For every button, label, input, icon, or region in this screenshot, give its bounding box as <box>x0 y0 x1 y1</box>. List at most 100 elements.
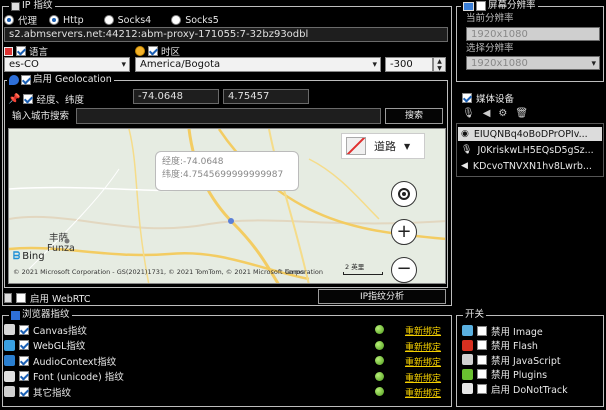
canvas-icon <box>4 324 15 335</box>
zoom-in-button[interactable]: + <box>391 219 417 245</box>
popup-longitude: 经度:-74.0648 <box>162 157 224 167</box>
coord-checkbox[interactable] <box>23 94 34 104</box>
media-toolbar: 🎙 ◀ ⚙ 🗑 <box>462 108 528 119</box>
media-device-item[interactable]: ◉ EIUQNBq4oBoDPrOPIv... <box>458 127 602 141</box>
speaker-add-icon[interactable]: ◀ <box>483 108 491 119</box>
monitor-icon <box>463 1 474 11</box>
browser-fp-label: AudioContext指纹 <box>33 356 117 368</box>
media-device-item[interactable]: 🎙 J0KriskwLH5EQsD5gSz... <box>461 143 605 157</box>
city-search-input[interactable] <box>76 108 381 124</box>
camera-icon: ◉ <box>461 129 469 139</box>
ip-analyze-button[interactable]: IP指纹分析 <box>318 289 446 304</box>
microphone-icon: 🎙 <box>461 145 473 155</box>
status-dot-icon <box>375 371 384 381</box>
switch-label: 启用 DoNotTrack <box>491 384 568 396</box>
switch-row: 禁用 Plugins <box>462 367 547 382</box>
screen-res-checkbox[interactable] <box>476 1 486 11</box>
switch-row: 禁用 Image <box>462 323 543 338</box>
language-row: 语言 <box>4 44 48 58</box>
webrtc-icon <box>4 293 12 303</box>
browser-fp-checkbox[interactable] <box>19 371 29 381</box>
bing-icon: ᗷ <box>13 251 21 262</box>
media-device-label: J0KriskwLH5EQsD5gSz... <box>477 144 594 156</box>
person-pin-icon <box>9 75 19 85</box>
media-devices-header: 媒体设备 <box>462 91 514 105</box>
socks4-radio[interactable] <box>103 15 114 25</box>
map-view[interactable]: 道路 ▼ 经度:-74.0648 纬度:4.7545699999999987 丰… <box>8 128 446 284</box>
city-search-button[interactable]: 搜索 <box>385 108 443 124</box>
browser-fp-label: 其它指纹 <box>33 387 72 399</box>
language-checkbox[interactable] <box>16 46 26 56</box>
switch-row: 禁用 JavaScript <box>462 352 561 367</box>
socks5-radio[interactable] <box>171 15 182 25</box>
map-copyright: © 2021 Microsoft Corporation - GS(2021)1… <box>13 268 324 276</box>
geolocation-checkbox[interactable] <box>21 75 31 85</box>
bing-logo: ᗷ Bing <box>13 251 45 262</box>
switch-checkbox[interactable] <box>477 369 487 379</box>
status-dot-icon <box>375 387 384 396</box>
status-dot-icon <box>375 356 384 365</box>
media-devices-checkbox[interactable] <box>462 93 472 103</box>
resolution-select[interactable]: 1920x1080 <box>466 56 600 70</box>
switches-title: 开关 <box>463 309 487 321</box>
switch-checkbox[interactable] <box>477 340 487 350</box>
other-icon <box>4 386 15 397</box>
map-type-selector[interactable]: 道路 ▼ <box>341 133 425 159</box>
rebind-link[interactable]: 重新绑定 <box>405 355 441 368</box>
browser-fp-checkbox[interactable] <box>19 324 29 335</box>
timezone-offset-input[interactable]: -300 <box>385 57 433 72</box>
rebind-link[interactable]: 重新绑定 <box>405 371 441 384</box>
offset-stepper[interactable]: ▲ ▼ <box>433 57 446 72</box>
browser-fp-checkbox[interactable] <box>19 355 29 366</box>
browser-fp-label: Font (unicode) 指纹 <box>33 372 124 383</box>
map-popup: 经度:-74.0648 纬度:4.7545699999999987 <box>155 151 299 191</box>
coord-row: 📌 经度、纬度 <box>8 92 84 107</box>
browser-fp-icon <box>11 310 20 320</box>
proxy-label: 代理 <box>18 16 38 27</box>
microphone-add-icon[interactable]: 🎙 <box>462 108 475 119</box>
timezone-row: 时区 <box>135 44 180 58</box>
popup-latitude: 纬度:4.7545699999999987 <box>162 170 284 180</box>
switch-label: 禁用 Image <box>491 326 543 338</box>
ip-group-title: IP 指纹 <box>9 0 55 12</box>
http-label: Http <box>63 14 84 26</box>
clock-icon <box>135 46 145 56</box>
switch-checkbox[interactable] <box>477 325 487 336</box>
socks4-label: Socks4 <box>117 14 152 26</box>
longitude-input[interactable]: -74.0648 <box>133 89 219 104</box>
browser-fp-checkbox[interactable] <box>19 340 29 350</box>
zoom-out-button[interactable]: − <box>391 257 417 283</box>
media-device-item[interactable]: ◀ KDcvoTNVXN1hv8Lwrb... <box>461 159 605 173</box>
browser-fp-checkbox[interactable] <box>19 386 29 397</box>
proxy-input[interactable]: s2.abmservers.net:44212:abm-proxy-171055… <box>4 27 448 42</box>
locate-button[interactable] <box>391 181 417 207</box>
rebind-link[interactable]: 重新绑定 <box>405 324 441 337</box>
switch-checkbox[interactable] <box>477 383 487 394</box>
language-select[interactable]: es-CO <box>4 57 130 72</box>
proxy-radio[interactable] <box>4 15 14 25</box>
switch-checkbox[interactable] <box>477 354 487 365</box>
pin-icon: 📌 <box>8 93 21 105</box>
plugins-icon <box>462 368 473 380</box>
timezone-select[interactable]: America/Bogota <box>135 57 381 72</box>
select-res-label: 选择分辨率 <box>466 43 514 54</box>
webrtc-checkbox[interactable] <box>16 293 26 303</box>
language-flag-icon <box>4 46 13 56</box>
map-terms[interactable]: Terms <box>285 268 304 276</box>
media-device-label: EIUQNBq4oBoDPrOPIv... <box>473 128 588 140</box>
switch-label: 禁用 Plugins <box>491 370 548 381</box>
timezone-checkbox[interactable] <box>148 46 158 56</box>
map-type-icon <box>346 137 366 155</box>
status-dot-icon <box>375 325 384 334</box>
map-scale: 2 英里 <box>345 263 365 271</box>
delete-icon[interactable]: 🗑 <box>515 108 528 119</box>
rebind-link[interactable]: 重新绑定 <box>405 340 441 353</box>
webrtc-row: 启用 WebRTC <box>4 291 91 305</box>
current-res-field: 1920x1080 <box>466 27 600 41</box>
ip-title-icon <box>11 1 20 11</box>
screen-res-title: 屏幕分辨率 <box>461 0 538 12</box>
latitude-input[interactable]: 4.75457 <box>223 89 309 104</box>
rebind-link[interactable]: 重新绑定 <box>405 386 441 399</box>
settings-icon[interactable]: ⚙ <box>498 108 507 119</box>
http-radio[interactable] <box>49 15 60 25</box>
